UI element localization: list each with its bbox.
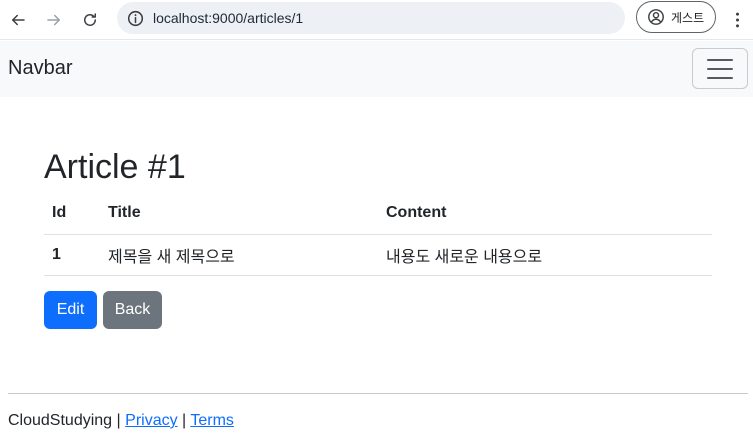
hamburger-icon xyxy=(707,58,733,79)
footer-separator: | xyxy=(116,412,121,429)
footer-separator: | xyxy=(182,412,187,429)
article-table: Id Title Content 1 제목을 새 제목으로 내용도 새로운 내용… xyxy=(44,193,712,276)
cell-id: 1 xyxy=(44,234,100,276)
user-circle-icon xyxy=(648,9,664,25)
page-title: Article #1 xyxy=(44,148,186,186)
arrow-right-icon xyxy=(47,14,60,26)
footer-site-name: CloudStudying xyxy=(8,412,113,429)
reload-button[interactable] xyxy=(76,6,104,34)
table-row: 1 제목을 새 제목으로 내용도 새로운 내용으로 xyxy=(44,234,712,276)
arrow-left-icon xyxy=(12,14,25,26)
browser-menu-button[interactable] xyxy=(727,6,747,34)
back-button[interactable] xyxy=(4,6,32,34)
profile-button[interactable]: 게스트 xyxy=(636,1,716,33)
address-url[interactable]: localhost:9000/articles/1 xyxy=(153,10,303,26)
forward-button[interactable] xyxy=(40,6,68,34)
navbar-brand[interactable]: Navbar xyxy=(8,57,72,80)
address-bar[interactable]: localhost:9000/articles/1 xyxy=(117,2,625,34)
column-header-id: Id xyxy=(44,193,100,235)
back-link-button[interactable]: Back xyxy=(103,291,162,329)
privacy-link[interactable]: Privacy xyxy=(125,412,177,429)
reload-icon xyxy=(84,13,96,26)
footer: CloudStudying | Privacy | Terms xyxy=(8,412,234,430)
cell-content: 내용도 새로운 내용으로 xyxy=(378,234,712,276)
footer-divider xyxy=(8,393,748,394)
cell-title: 제목을 새 제목으로 xyxy=(100,234,378,276)
browser-toolbar: localhost:9000/articles/1 게스트 xyxy=(0,0,753,40)
info-icon[interactable] xyxy=(126,9,144,27)
column-header-content: Content xyxy=(378,193,712,235)
site-navbar: Navbar xyxy=(0,41,753,97)
kebab-menu-icon xyxy=(735,12,739,28)
navbar-toggler-button[interactable] xyxy=(692,48,748,89)
profile-label: 게스트 xyxy=(671,10,705,25)
edit-button[interactable]: Edit xyxy=(44,291,97,329)
terms-link[interactable]: Terms xyxy=(190,412,234,429)
table-header-row: Id Title Content xyxy=(44,193,712,235)
column-header-title: Title xyxy=(100,193,378,235)
